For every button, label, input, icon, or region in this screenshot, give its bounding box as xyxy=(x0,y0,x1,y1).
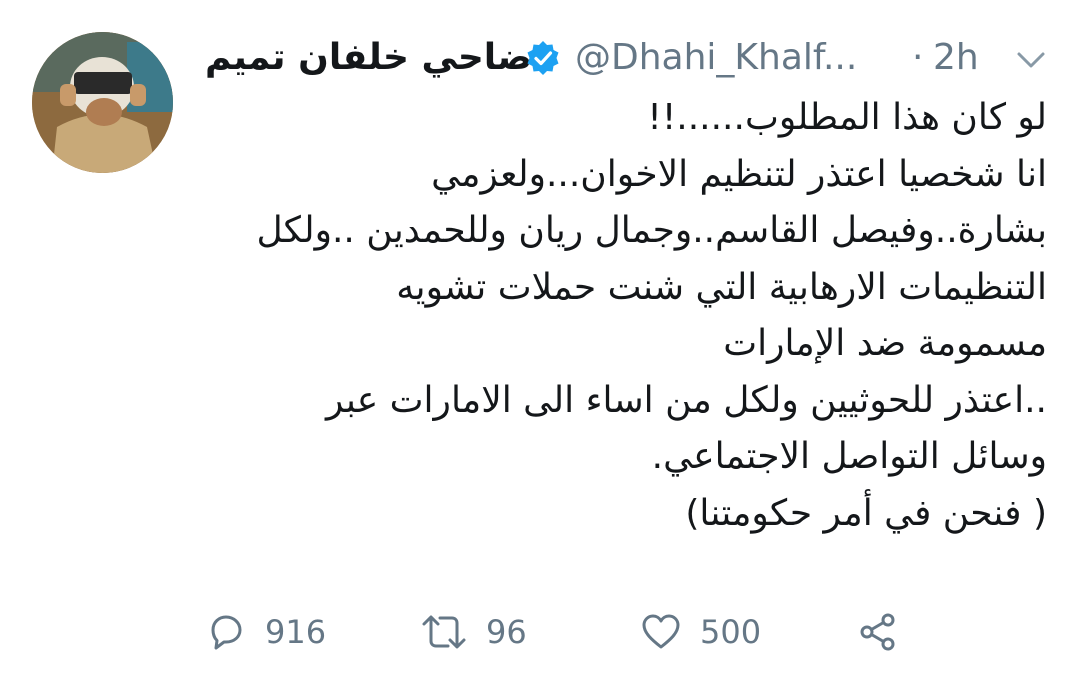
tweet: ضاحي خلفان تميم @Dhahi_Khalf... · 2h لو … xyxy=(0,0,1079,682)
verified-badge-icon xyxy=(527,41,559,75)
timestamp[interactable]: 2h xyxy=(933,30,979,86)
tweet-line: ( فنحن في أمر حكومتنا) xyxy=(685,492,1047,534)
heart-icon xyxy=(642,614,680,649)
tweet-line: مسمومة ضد الإمارات xyxy=(723,323,1047,364)
tweet-line: وسائل التواصل الاجتماعي. xyxy=(651,436,1047,477)
tweet-header: ضاحي خلفان تميم @Dhahi_Khalf... · 2h xyxy=(0,30,1079,86)
separator-dot: · xyxy=(912,37,924,78)
retweet-icon xyxy=(422,615,466,649)
retweet-count: 96 xyxy=(486,613,527,651)
reply-icon xyxy=(211,615,242,650)
share-icon xyxy=(860,613,895,651)
like-button[interactable]: 500 xyxy=(640,606,761,658)
tweet-line: انا شخصيا اعتذر لتنظيم الاخوان...ولعزمي xyxy=(431,153,1047,195)
handle[interactable]: @Dhahi_Khalf... xyxy=(575,30,857,86)
chevron-down-icon[interactable] xyxy=(1016,50,1046,70)
reply-count: 916 xyxy=(265,613,327,651)
tweet-text: لو كان هذا المطلوب......!! انا شخصيا اعت… xyxy=(207,90,1047,542)
action-bar: 916 96 500 xyxy=(0,606,1079,658)
share-button[interactable] xyxy=(858,606,900,658)
tweet-line: ..اعتذر للحوثيين ولكل من اساء الى الامار… xyxy=(326,379,1047,421)
like-count: 500 xyxy=(700,613,762,651)
tweet-line: التنظيمات الارهابية التي شنت حملات تشويه xyxy=(396,266,1047,308)
retweet-button[interactable]: 96 xyxy=(420,606,527,658)
tweet-line: بشارة..وفيصل القاسم..وجمال ريان وللحمدين… xyxy=(256,210,1047,251)
tweet-line: لو كان هذا المطلوب......!! xyxy=(647,97,1047,138)
reply-button[interactable]: 916 xyxy=(205,606,326,658)
display-name[interactable]: ضاحي خلفان تميم xyxy=(205,30,532,86)
